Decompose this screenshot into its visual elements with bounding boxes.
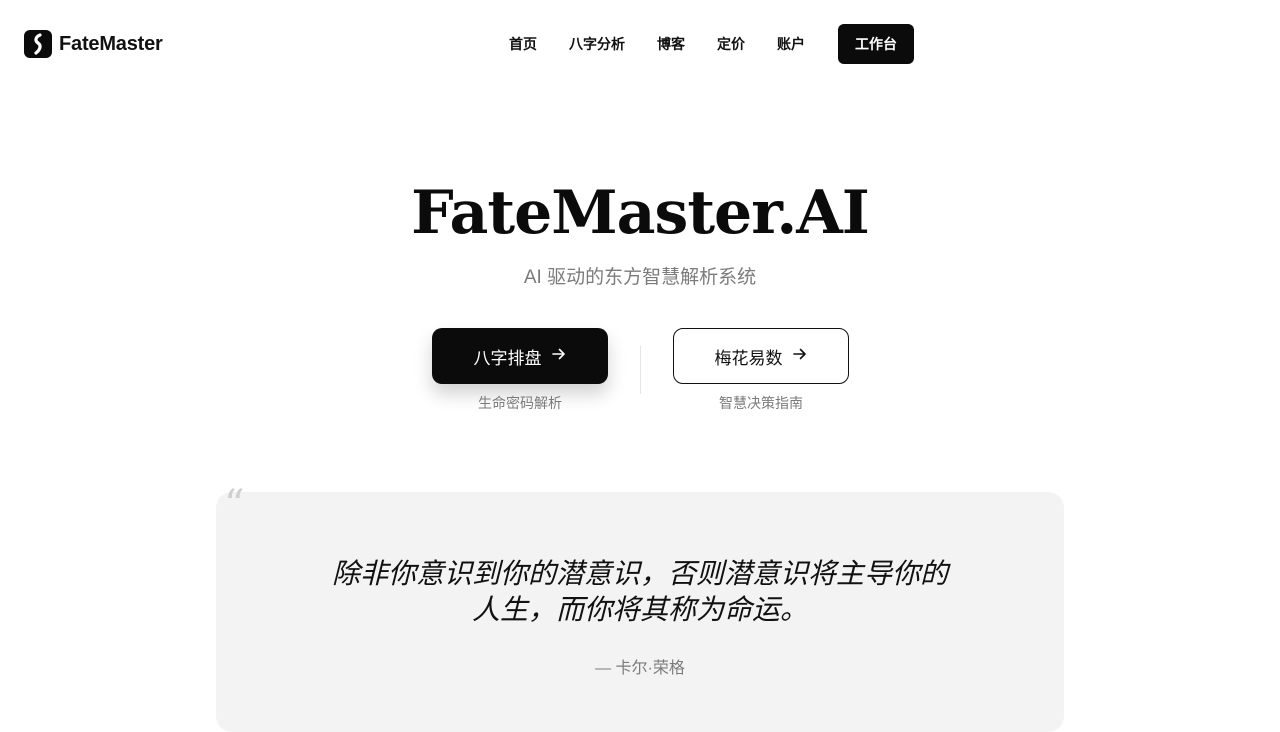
bazi-chart-button[interactable]: 八字排盘 xyxy=(432,328,608,384)
nav-item-account[interactable]: 账户 xyxy=(761,24,821,64)
quote-text: 除非你意识到你的潜意识，否则潜意识将主导你的人生，而你将其称为命运。 xyxy=(331,557,948,626)
quote-mark-icon: “ xyxy=(224,482,245,528)
button-divider xyxy=(640,346,641,394)
nav-item-bazi-analysis[interactable]: 八字分析 xyxy=(553,24,641,64)
nav-item-pricing[interactable]: 定价 xyxy=(701,24,761,64)
main-nav: 首页 八字分析 博客 定价 账户 工作台 xyxy=(493,24,914,64)
nav-item-home[interactable]: 首页 xyxy=(493,24,553,64)
workspace-button[interactable]: 工作台 xyxy=(838,24,914,64)
meihua-yishu-caption: 智慧决策指南 xyxy=(719,395,803,411)
site-header: FateMaster 首页 八字分析 博客 定价 账户 工作台 xyxy=(0,0,1280,88)
meihua-yishu-button-label: 梅花易数 xyxy=(714,348,783,368)
bazi-chart-button-label: 八字排盘 xyxy=(473,348,542,368)
meihua-yishu-button[interactable]: 梅花易数 xyxy=(673,328,849,384)
bazi-chart-caption: 生命密码解析 xyxy=(478,395,562,411)
logo-icon xyxy=(24,30,52,58)
arrow-right-icon xyxy=(792,346,808,367)
hero-subtitle: AI 驱动的东方智慧解析系统 xyxy=(523,267,757,288)
logo-text: FateMaster xyxy=(59,32,163,55)
hero-title: FateMaster.AI xyxy=(411,178,870,248)
quote-card: “ 除非你意识到你的潜意识，否则潜意识将主导你的人生，而你将其称为命运。 — 卡… xyxy=(216,482,1064,732)
arrow-right-icon xyxy=(551,346,567,367)
quote-author: — 卡尔·荣格 xyxy=(595,660,685,677)
logo-link[interactable]: FateMaster xyxy=(24,30,163,58)
nav-item-blog[interactable]: 博客 xyxy=(641,24,701,64)
